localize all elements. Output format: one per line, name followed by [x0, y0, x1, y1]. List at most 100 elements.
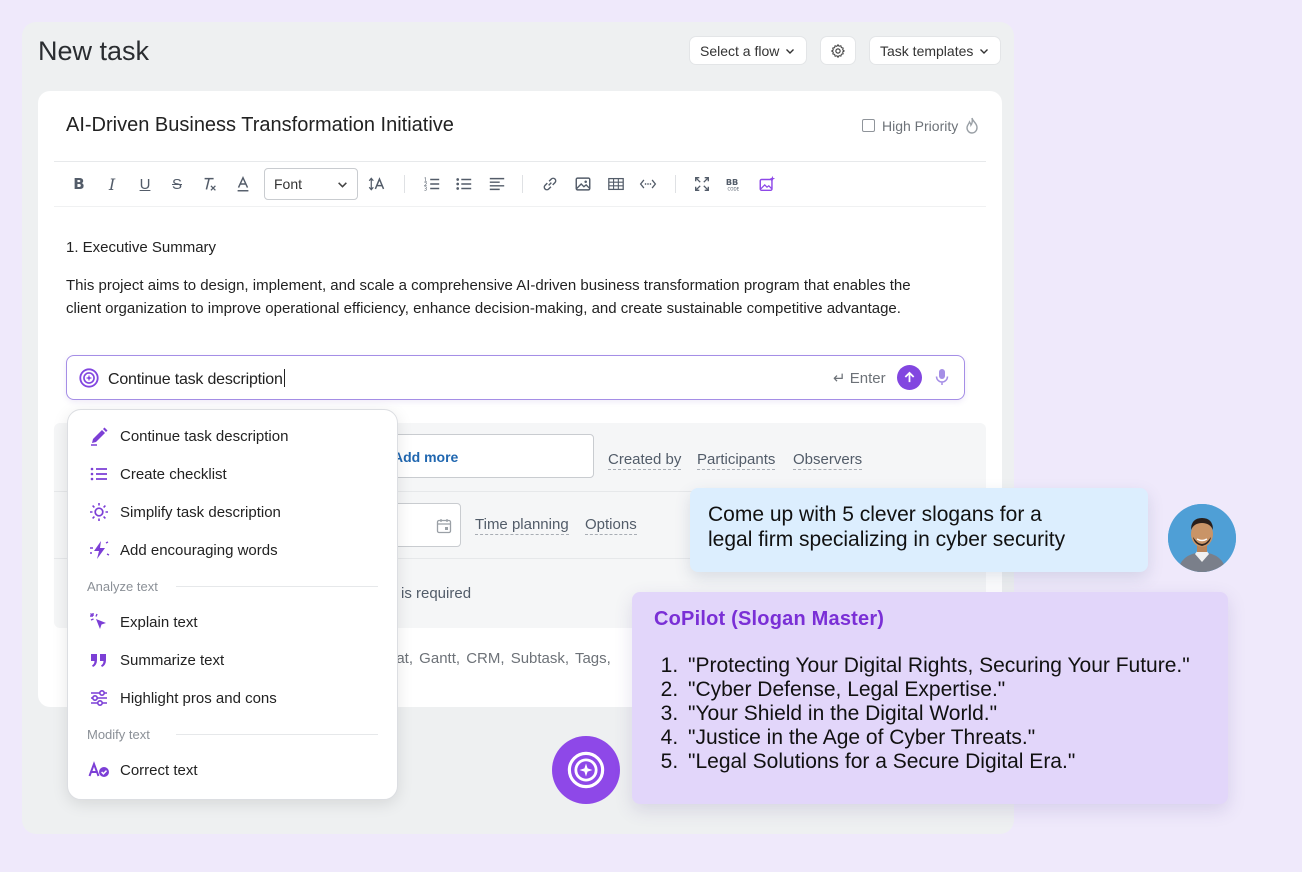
select-flow-dropdown[interactable]: Select a flow — [690, 37, 806, 64]
menu-item-simplify[interactable]: Simplify task description — [88, 501, 281, 523]
high-priority-checkbox[interactable] — [862, 119, 875, 132]
select-flow-label: Select a flow — [700, 42, 780, 59]
observers-link[interactable]: Observers — [793, 451, 863, 470]
underline-button[interactable]: U — [132, 168, 158, 200]
menu-item-encouraging[interactable]: Add encouraging words — [88, 539, 278, 561]
menu-item-correct[interactable]: Correct text — [88, 759, 198, 781]
ai-image-button[interactable] — [754, 168, 780, 200]
list-item: "Your Shield in the Digital World." — [684, 702, 1190, 726]
copilot-icon — [79, 368, 99, 388]
calendar-icon — [436, 519, 452, 534]
bbcode-icon: BBCODE — [726, 177, 740, 192]
code-icon — [639, 179, 657, 189]
list-item: "Cyber Defense, Legal Expertise." — [684, 678, 1190, 702]
fullscreen-button[interactable] — [689, 168, 715, 200]
divider — [176, 734, 378, 735]
created-by-link[interactable]: Created by — [608, 451, 682, 470]
menu-item-label: Summarize text — [120, 651, 225, 669]
list-item: "Justice in the Age of Cyber Threats." — [684, 726, 1190, 750]
sliders-icon — [91, 689, 107, 707]
ai-prompt-value: Continue task description — [108, 371, 283, 388]
menu-item-label: Explain text — [120, 613, 198, 631]
ai-image-icon — [759, 175, 776, 192]
divider — [54, 161, 986, 162]
add-more-field[interactable]: Add more — [380, 434, 594, 478]
toolbar-separator — [522, 175, 523, 193]
chevron-down-icon — [338, 181, 347, 188]
high-priority-toggle[interactable]: High Priority — [862, 117, 979, 134]
assistant-message: CoPilot (Slogan Master) "Protecting Your… — [632, 592, 1228, 804]
strikethrough-button[interactable]: S — [164, 168, 190, 200]
link-button[interactable] — [537, 168, 563, 200]
text-color-button[interactable] — [230, 168, 256, 200]
arrow-up-icon — [904, 371, 915, 383]
send-button[interactable] — [897, 365, 922, 390]
font-size-button[interactable] — [364, 168, 390, 200]
font-select[interactable]: Font — [264, 168, 358, 200]
bullet-list-icon — [456, 178, 472, 190]
settings-button[interactable] — [821, 37, 855, 64]
menu-item-continue[interactable]: Continue task description — [88, 425, 288, 447]
menu-item-label: Create checklist — [120, 465, 227, 483]
font-select-value: Font — [274, 176, 303, 192]
code-button[interactable] — [635, 168, 661, 200]
menu-item-summarize[interactable]: Summarize text — [88, 649, 224, 671]
chevron-down-icon — [786, 48, 795, 54]
list-item: "Legal Solutions for a Secure Digital Er… — [684, 750, 1190, 774]
bbcode-button[interactable]: BB CODE — [721, 168, 747, 200]
svg-text:BB: BB — [726, 177, 738, 187]
quote-icon — [91, 654, 106, 667]
link-icon — [543, 177, 557, 191]
more-fields-list[interactable]: eat, Gantt, CRM, Subtask, Tags, — [388, 650, 611, 667]
divider — [176, 586, 378, 587]
sun-icon — [90, 503, 108, 521]
numbered-list-icon: 123 — [424, 177, 440, 192]
lightning-icon — [90, 541, 110, 559]
menu-item-pros-cons[interactable]: Highlight pros and cons — [88, 687, 277, 709]
menu-item-label: Add encouraging words — [120, 541, 278, 559]
svg-text:CODE: CODE — [727, 187, 739, 192]
align-button[interactable] — [484, 168, 510, 200]
bold-button[interactable]: B — [66, 168, 92, 200]
section-modify-label: Modify text — [87, 727, 150, 742]
italic-button[interactable]: I — [99, 168, 125, 200]
text-color-icon — [237, 175, 249, 192]
image-icon — [575, 177, 591, 191]
numbered-list-button[interactable]: 123 — [419, 168, 445, 200]
time-planning-link[interactable]: Time planning — [475, 516, 569, 535]
task-templates-dropdown[interactable]: Task templates — [870, 37, 1000, 64]
menu-item-label: Highlight pros and cons — [120, 689, 277, 707]
section-heading: 1. Executive Summary — [66, 239, 217, 256]
font-size-icon — [368, 177, 385, 191]
task-title-input[interactable]: AI-Driven Business Transformation Initia… — [66, 114, 454, 137]
section-analyze-label: Analyze text — [87, 579, 158, 594]
menu-item-explain[interactable]: Explain text — [88, 611, 198, 633]
high-priority-label: High Priority — [882, 117, 959, 134]
pen-icon — [91, 427, 108, 446]
menu-item-label: Correct text — [120, 761, 198, 779]
clear-format-button[interactable] — [197, 168, 223, 200]
assistant-name: CoPilot (Slogan Master) — [654, 608, 885, 630]
bullet-list-button[interactable] — [451, 168, 477, 200]
menu-item-checklist[interactable]: Create checklist — [88, 463, 227, 485]
copilot-logo — [552, 736, 620, 804]
microphone-icon[interactable] — [933, 367, 951, 387]
user-message: Come up with 5 clever slogans for a lega… — [690, 488, 1148, 572]
svg-text:3: 3 — [424, 186, 427, 192]
table-button[interactable] — [603, 168, 629, 200]
ai-prompt-input[interactable]: Continue task description ↵ Enter — [66, 355, 965, 400]
task-templates-label: Task templates — [880, 42, 974, 59]
copilot-icon — [567, 751, 605, 789]
slogan-list: "Protecting Your Digital Rights, Securin… — [684, 654, 1190, 774]
avatar — [1168, 504, 1236, 572]
image-button[interactable] — [570, 168, 596, 200]
description-line-2: client organization to improve operation… — [66, 300, 901, 317]
participants-link[interactable]: Participants — [697, 451, 776, 470]
user-message-line: Come up with 5 clever slogans for a — [708, 503, 1042, 526]
list-item: "Protecting Your Digital Rights, Securin… — [684, 654, 1190, 678]
user-message-text: Come up with 5 clever slogans for a lega… — [708, 502, 1065, 552]
menu-item-label: Continue task description — [120, 427, 289, 445]
options-link[interactable]: Options — [585, 516, 637, 535]
fullscreen-icon — [695, 177, 709, 191]
user-message-line: legal firm specializing in cyber securit… — [708, 528, 1066, 551]
